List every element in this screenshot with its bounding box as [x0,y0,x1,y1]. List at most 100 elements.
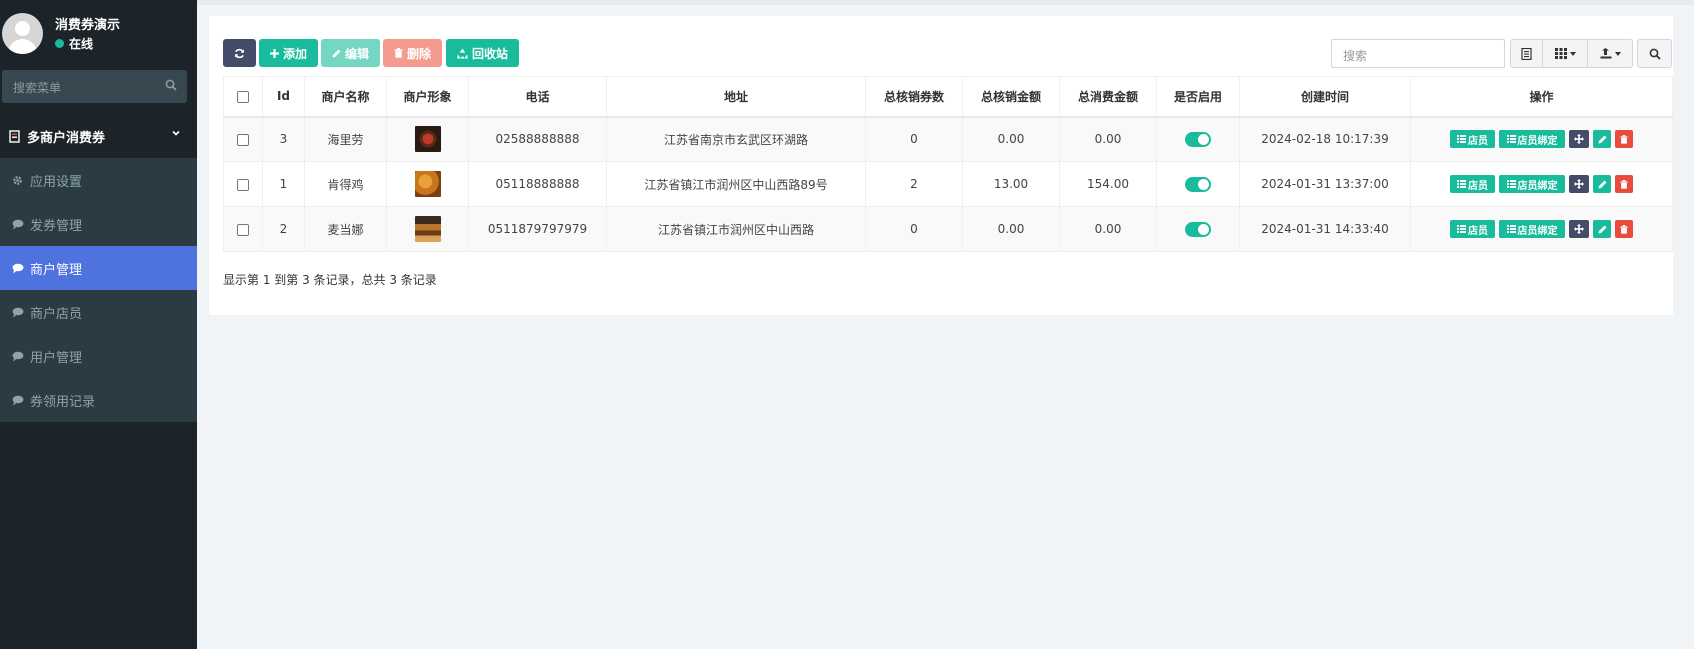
staff-bind-button[interactable]: 店员绑定 [1499,220,1565,238]
staff-button[interactable]: 店员 [1450,130,1495,149]
list-icon [1457,135,1466,144]
sidebar-item-users[interactable]: 用户管理 [0,334,197,378]
row-edit-button[interactable] [1593,220,1611,238]
staff-label: 店员 [1468,180,1488,192]
table-search-input[interactable]: 搜索 [1331,39,1505,68]
row-edit-button[interactable] [1593,130,1611,149]
row-delete-button[interactable] [1615,130,1633,149]
cell-consumed-amount: 0.00 [1059,206,1157,252]
column-header[interactable]: 是否启用 [1156,76,1240,118]
export-dropdown-button[interactable] [1587,39,1633,68]
staff-button[interactable]: 店员 [1450,175,1495,193]
column-header[interactable]: 商户形象 [386,76,469,118]
delete-button[interactable]: 删除 [383,39,442,67]
row-delete-button[interactable] [1615,175,1633,193]
sidebar-group-header[interactable]: 多商户消费券 [0,114,197,158]
column-header[interactable]: 总核销金额 [962,76,1060,118]
pencil-icon [332,49,341,57]
cell-address: 江苏省镇江市润州区中山西路 [606,206,866,252]
staff-button[interactable]: 店员 [1450,220,1495,238]
merchant-image[interactable] [414,171,441,197]
add-label: 添加 [282,46,307,61]
sidebar-item-merchant-staff[interactable]: 商户店员 [0,290,197,334]
select-all-checkbox[interactable] [237,90,249,103]
chat-icon [11,350,24,363]
cell-redeemed-count: 2 [865,161,963,207]
sidebar-item-app-settings[interactable]: 应用设置 [0,158,197,202]
merchant-image[interactable] [414,126,441,153]
row-checkbox[interactable] [237,133,249,146]
drag-sort-button[interactable] [1569,130,1589,149]
enabled-toggle[interactable] [1185,221,1211,237]
drag-sort-button[interactable] [1569,175,1589,193]
list-view-icon [1521,47,1532,60]
cell-operations: 店员 店员绑定 [1410,116,1673,162]
move-icon [1574,134,1584,145]
row-select-cell [223,116,263,162]
cell-image [386,161,469,207]
column-header: 操作 [1410,76,1673,118]
cell-phone: 02588888888 [468,116,607,162]
cell-operations: 店员 店员绑定 [1410,206,1673,252]
recycle-bin-button[interactable]: 回收站 [446,39,519,67]
staff-bind-button[interactable]: 店员绑定 [1499,175,1565,193]
toggle-card-view-button[interactable] [1510,39,1543,68]
edit-button[interactable]: 编辑 [321,39,380,67]
drag-sort-button[interactable] [1569,220,1589,238]
row-checkbox[interactable] [237,223,249,236]
cell-image [386,206,469,252]
row-checkbox[interactable] [237,178,249,191]
columns-dropdown-button[interactable] [1542,39,1588,68]
row-delete-button[interactable] [1615,220,1633,238]
sidebar-menu: 多商户消费券 应用设置 发券管理 商户管理 商户店员 用户管理 券领用记录 [0,114,197,422]
sidebar-item-label: 发券管理 [30,218,83,234]
sidebar-item-merchant[interactable]: 商户管理 [0,246,197,290]
enabled-toggle[interactable] [1185,176,1211,192]
staff-label: 店员 [1468,135,1488,147]
menu-search-input[interactable]: 搜索菜单 [2,70,187,103]
cell-consumed-amount: 154.00 [1059,161,1157,207]
sidebar-item-coupon-records[interactable]: 券领用记录 [0,378,197,422]
row-edit-button[interactable] [1593,175,1611,193]
cell-address: 江苏省镇江市润州区中山西路89号 [606,161,866,207]
trash-icon [394,48,403,58]
cell-operations: 店员 店员绑定 [1410,161,1673,207]
column-header[interactable]: 总消费金额 [1059,76,1157,118]
column-header[interactable]: 电话 [468,76,607,118]
export-icon [1600,48,1611,59]
column-header[interactable]: 地址 [606,76,866,118]
list-icon [1506,135,1516,144]
recycle-label: 回收站 [471,46,508,61]
recycle-icon [457,47,468,59]
cell-redeemed-amount: 0.00 [962,206,1060,252]
cell-phone: 0511879797979 [468,206,607,252]
avatar[interactable] [2,13,43,54]
table-row: 3 海里劳 02588888888 江苏省南京市玄武区环湖路 0 0.00 0.… [223,116,1673,162]
sidebar-item-label: 券领用记录 [30,394,96,410]
enabled-toggle[interactable] [1185,131,1211,147]
cell-id: 1 [262,161,305,207]
sidebar-item-coupon-issue[interactable]: 发券管理 [0,202,197,246]
gear-icon [11,174,24,187]
refresh-button[interactable] [223,39,256,67]
column-header[interactable]: Id [262,76,305,118]
cell-enabled [1156,116,1240,162]
column-header[interactable]: 商户名称 [304,76,387,118]
column-header[interactable]: 创建时间 [1239,76,1411,118]
column-header[interactable]: 总核销券数 [865,76,963,118]
cell-address: 江苏省南京市玄武区环湖路 [606,116,866,162]
chat-icon [11,262,24,275]
merchant-image[interactable] [414,216,441,242]
add-button[interactable]: 添加 [259,39,318,67]
menu-search-placeholder: 搜索菜单 [13,81,62,95]
search-icon[interactable] [165,79,177,91]
cell-created: 2024-01-31 14:33:40 [1239,206,1411,252]
sidebar-item-label: 用户管理 [30,350,83,366]
cell-phone: 05118888888 [468,161,607,207]
cell-consumed-amount: 0.00 [1059,116,1157,162]
advanced-search-button[interactable] [1637,39,1672,68]
cell-redeemed-amount: 13.00 [962,161,1060,207]
user-panel: 消费券演示 在线 [0,0,197,66]
staff-bind-button[interactable]: 店员绑定 [1499,130,1565,149]
table-search-placeholder: 搜索 [1343,49,1368,63]
